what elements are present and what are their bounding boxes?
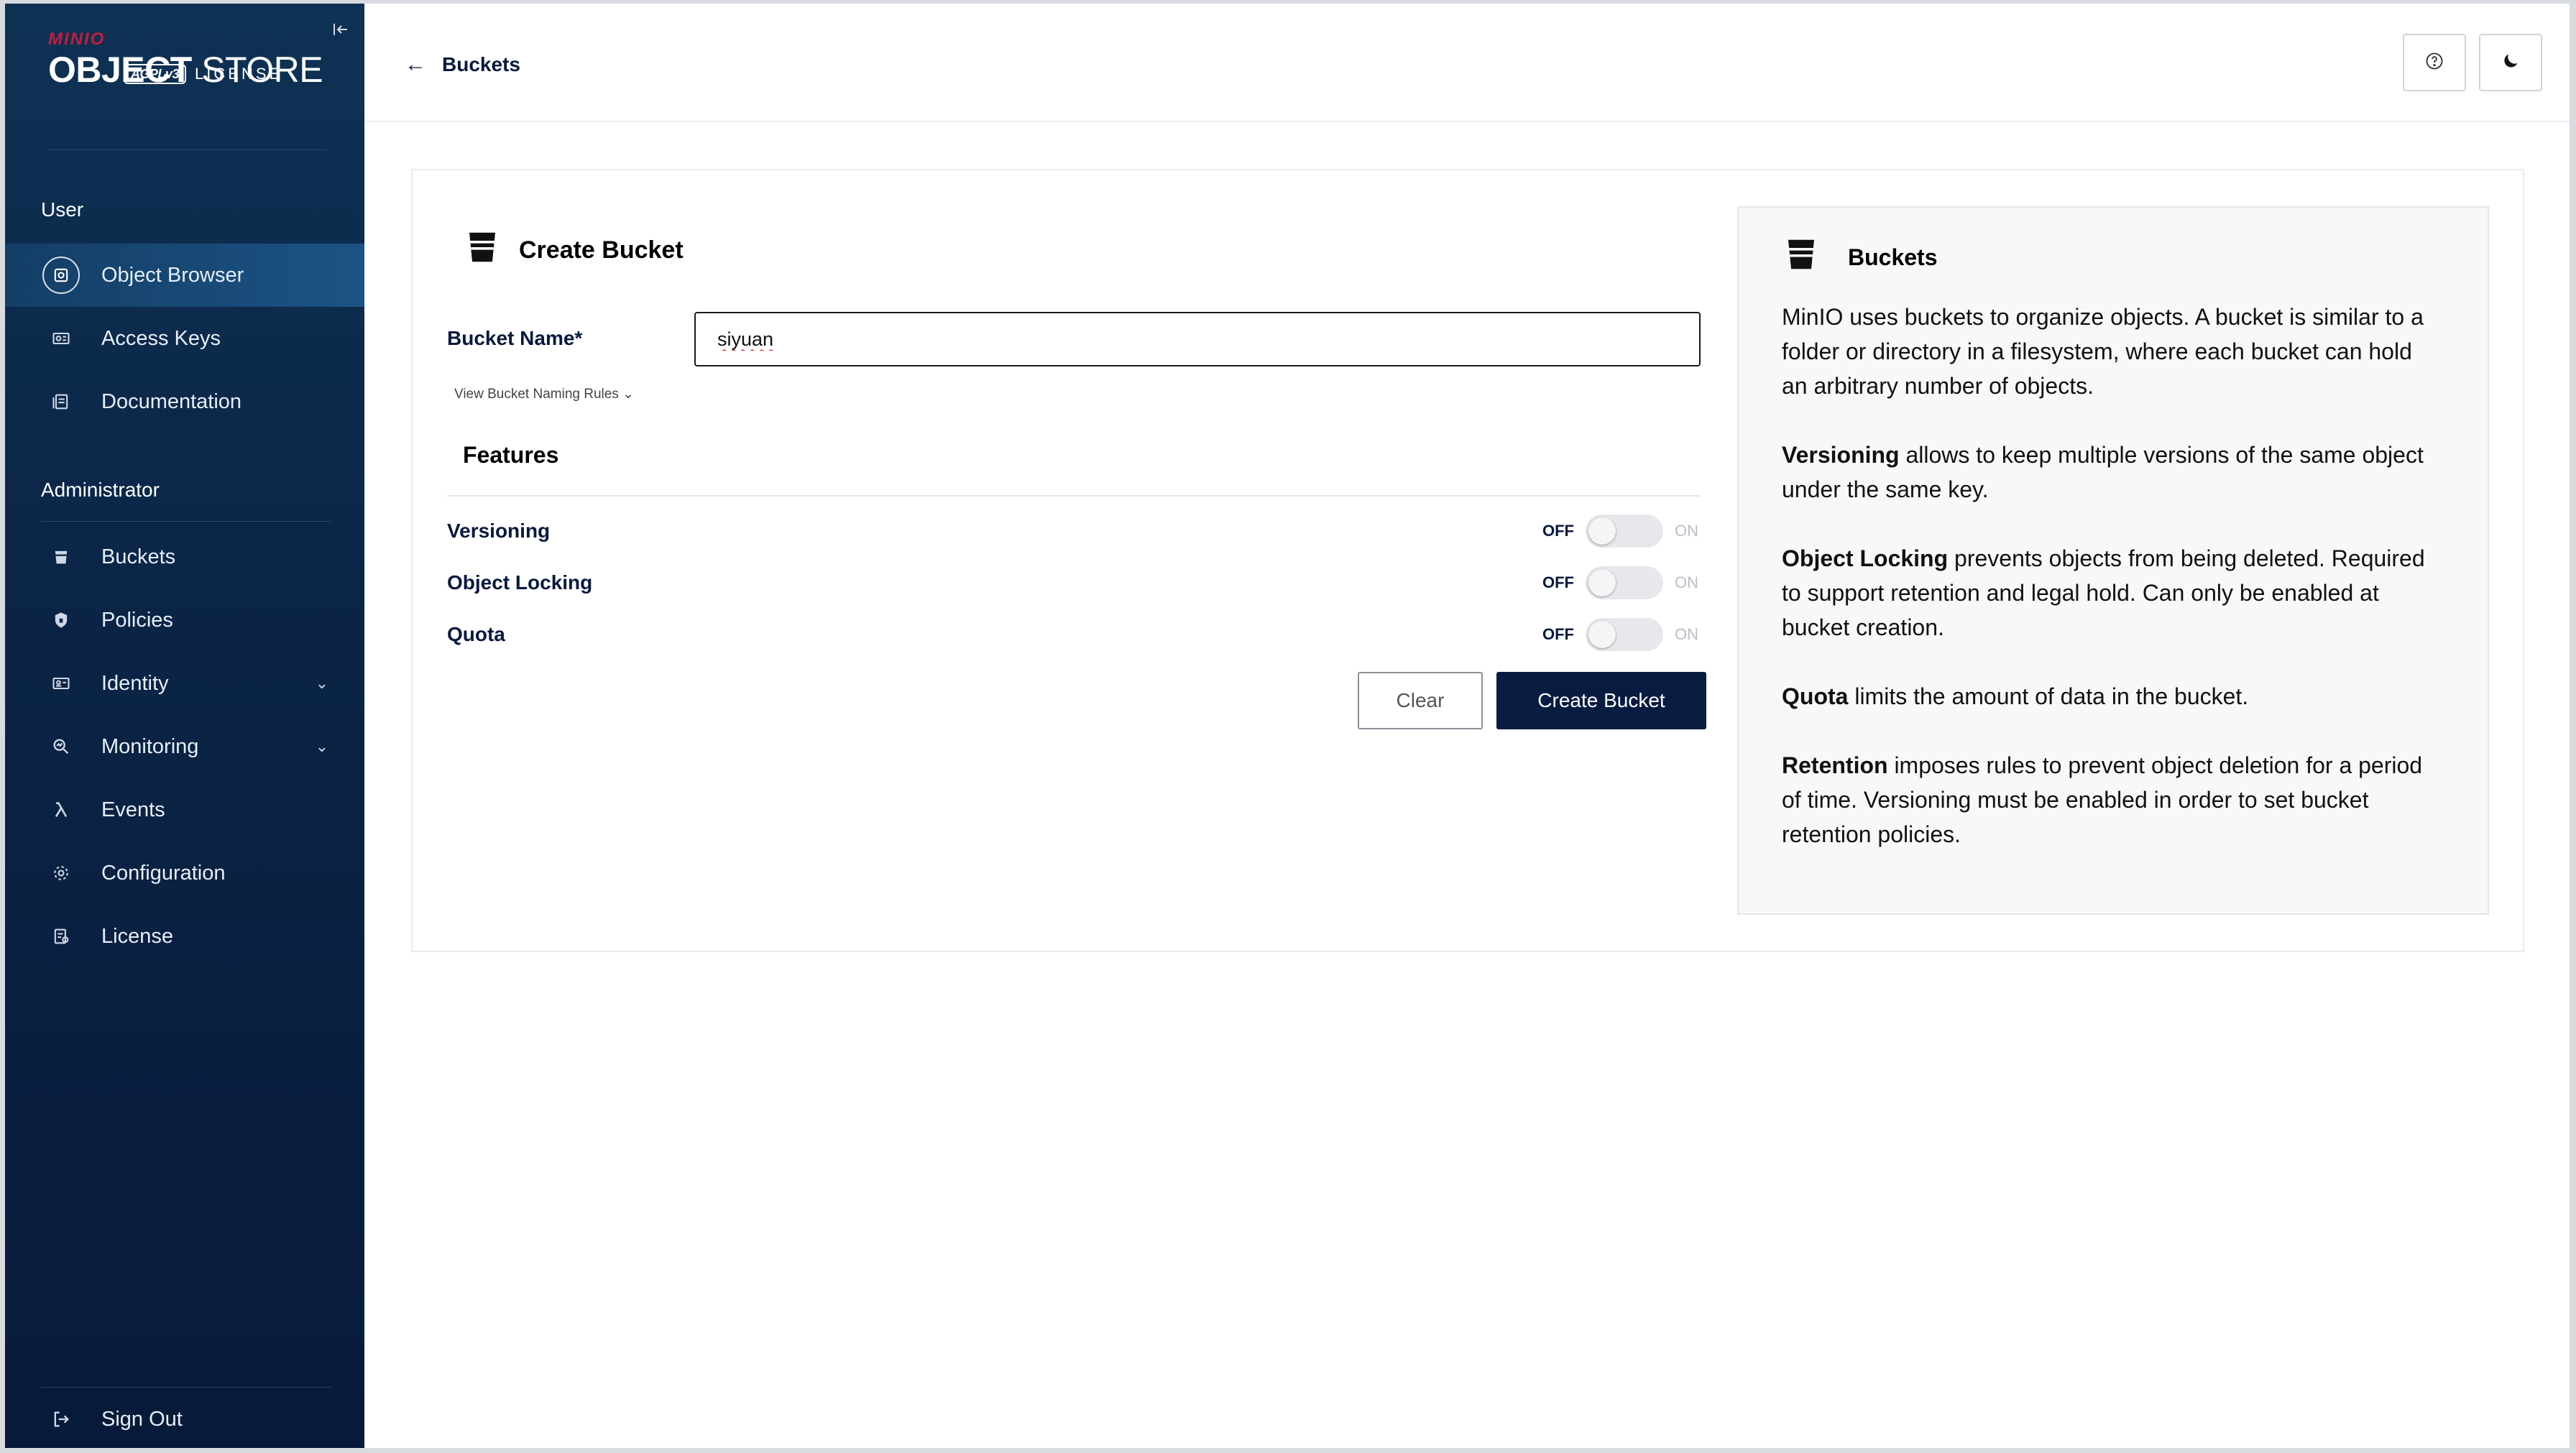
sidebar-item-license[interactable]: License: [5, 905, 364, 968]
sidebar-item-label: Identity: [101, 671, 169, 695]
feature-label: Object Locking: [447, 571, 593, 594]
clear-button[interactable]: Clear: [1358, 672, 1483, 729]
sign-out-icon: [42, 1401, 80, 1438]
help-intro: MinIO uses buckets to organize objects. …: [1782, 304, 2424, 399]
features-divider: [447, 495, 1701, 497]
help-icon: [2424, 51, 2444, 75]
logo-divider: [48, 149, 327, 150]
top-bar: ← Buckets: [364, 4, 2570, 122]
sidebar-item-identity[interactable]: Identity ⌄: [5, 652, 364, 715]
help-title: Buckets: [1782, 235, 1938, 280]
bucket-name-label: Bucket Name*: [447, 327, 583, 349]
feature-row-object-locking: Object Locking OFF ON: [447, 565, 1701, 601]
bucket-icon: [42, 538, 80, 576]
chevron-down-icon: ⌄: [622, 387, 635, 402]
sidebar-item-label: Access Keys: [101, 326, 221, 350]
section-administrator: Administrator: [41, 479, 160, 501]
help-versioning: Versioning allows to keep multiple versi…: [1782, 442, 2424, 502]
app-window: MINIO OBJECT STORE AGPLv3 LICENSE User O…: [5, 4, 2570, 1448]
bucket-icon: [463, 228, 502, 273]
documentation-icon: [42, 383, 80, 420]
switch-knob: [1588, 569, 1616, 596]
switch-on-label: ON: [1675, 573, 1698, 591]
object-locking-toggle[interactable]: [1586, 566, 1663, 599]
moon-icon: [2501, 51, 2521, 75]
feature-label: Versioning: [447, 520, 551, 542]
feature-row-quota: Quota OFF ON: [447, 617, 1701, 652]
agpl-badge: AGPLv3: [124, 64, 187, 84]
sidebar-item-events[interactable]: Events: [5, 778, 364, 841]
sidebar-item-configuration[interactable]: Configuration: [5, 841, 364, 905]
shield-icon: [42, 601, 80, 639]
sidebar-item-label: Events: [101, 798, 165, 821]
object-browser-icon: [42, 257, 80, 294]
dark-mode-button[interactable]: [2479, 34, 2542, 91]
collapse-sidebar-icon[interactable]: [330, 21, 351, 42]
sidebar-item-label: Policies: [101, 608, 173, 632]
view-naming-rules-link[interactable]: View Bucket Naming Rules ⌄: [454, 386, 634, 402]
switch-on-label: ON: [1675, 522, 1698, 540]
bucket-icon: [1782, 235, 1821, 280]
chevron-down-icon: ⌄: [315, 674, 328, 692]
sidebar-item-label: Sign Out: [101, 1407, 183, 1431]
sidebar-item-label: Documentation: [101, 389, 242, 413]
chevron-down-icon: ⌄: [315, 737, 328, 755]
sidebar-item-label: License: [101, 924, 173, 948]
feature-row-versioning: Versioning OFF ON: [447, 513, 1701, 549]
switch-knob: [1588, 621, 1616, 648]
form-title: Create Bucket: [463, 228, 684, 273]
license-icon: [42, 918, 80, 955]
features-heading: Features: [463, 442, 559, 468]
help-button[interactable]: [2403, 34, 2466, 91]
help-retention: Retention imposes rules to prevent objec…: [1782, 752, 2423, 847]
sidebar-item-monitoring[interactable]: Monitoring ⌄: [5, 715, 364, 778]
sidebar-item-documentation[interactable]: Documentation: [5, 370, 364, 433]
help-text: MinIO uses buckets to organize objects. …: [1782, 300, 2443, 886]
help-panel: Buckets MinIO uses buckets to organize o…: [1737, 206, 2489, 915]
lambda-icon: [42, 791, 80, 829]
license-word: LICENSE: [195, 65, 283, 83]
sidebar-item-buckets[interactable]: Buckets: [5, 525, 364, 589]
sidebar-item-object-browser[interactable]: Object Browser: [5, 244, 364, 307]
sidebar-item-sign-out[interactable]: Sign Out: [5, 1388, 364, 1448]
section-user: User: [41, 198, 84, 221]
help-object-locking: Object Locking prevents objects from bei…: [1782, 545, 2425, 640]
access-keys-icon: [42, 320, 80, 357]
create-bucket-button[interactable]: Create Bucket: [1496, 672, 1706, 729]
arrow-left-icon: ←: [405, 52, 426, 76]
help-quota: Quota limits the amount of data in the b…: [1782, 683, 2249, 709]
monitoring-icon: [42, 728, 80, 765]
sidebar-item-access-keys[interactable]: Access Keys: [5, 307, 364, 370]
back-link-label: Buckets: [442, 53, 520, 75]
switch-off-label: OFF: [1542, 573, 1574, 591]
license-badge: AGPLv3 LICENSE: [124, 64, 282, 84]
switch-off-label: OFF: [1542, 625, 1574, 643]
naming-rules-label: View Bucket Naming Rules: [454, 387, 619, 402]
gear-icon: [42, 854, 80, 892]
back-to-buckets-link[interactable]: ← Buckets: [405, 52, 520, 77]
switch-knob: [1588, 517, 1616, 545]
help-title-text: Buckets: [1848, 244, 1938, 270]
identity-icon: [42, 665, 80, 702]
switch-off-label: OFF: [1542, 522, 1574, 540]
form-title-text: Create Bucket: [519, 236, 684, 264]
create-bucket-card: Create Bucket Bucket Name* View Bucket N…: [411, 169, 2524, 952]
sidebar: MINIO OBJECT STORE AGPLv3 LICENSE User O…: [5, 4, 364, 1448]
feature-label: Quota: [447, 623, 505, 645]
sidebar-item-label: Buckets: [101, 545, 176, 568]
switch-on-label: ON: [1675, 625, 1698, 643]
admin-divider: [41, 521, 331, 522]
sidebar-item-label: Object Browser: [101, 263, 244, 287]
versioning-toggle[interactable]: [1586, 515, 1663, 548]
logo-minio-text: MINIO: [48, 29, 106, 49]
sidebar-item-label: Monitoring: [101, 734, 199, 758]
sidebar-item-policies[interactable]: Policies: [5, 589, 364, 652]
bucket-name-input[interactable]: [694, 312, 1701, 366]
sidebar-item-label: Configuration: [101, 861, 226, 885]
quota-toggle[interactable]: [1586, 618, 1663, 651]
